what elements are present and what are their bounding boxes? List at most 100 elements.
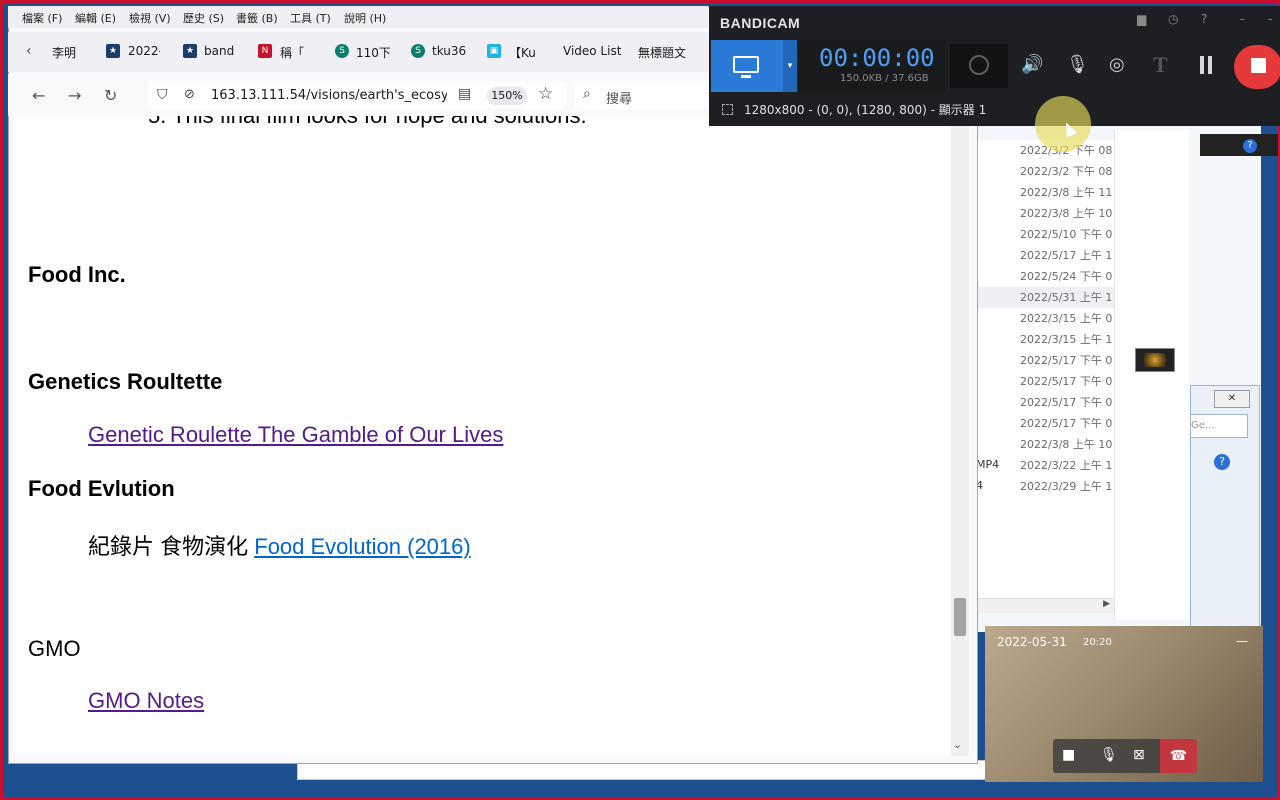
- hang-up-icon[interactable]: ☎: [1160, 739, 1197, 773]
- speaker-icon[interactable]: 🔊: [1021, 54, 1043, 75]
- file-date-row-selected[interactable]: 2022/5/31 上午 1: [976, 287, 1114, 308]
- tab-2[interactable]: 2022-: [128, 44, 160, 58]
- heading-food-evolution: Food Evlution: [28, 476, 175, 501]
- documentary-prefix: 紀錄片 食物演化 Food Evolution (2016): [88, 529, 471, 561]
- help-icon[interactable]: ?: [1214, 454, 1230, 470]
- documentary-label: 紀錄片 食物演化: [88, 534, 249, 559]
- bandicam-logo: BANDICAM: [720, 15, 801, 31]
- camera-icon[interactable]: ■: [1062, 747, 1075, 763]
- minimize-icon[interactable]: —: [1236, 634, 1248, 648]
- mini-toolbar: [1200, 134, 1278, 156]
- heading-gmo: GMO: [28, 636, 81, 661]
- menu-bookmarks[interactable]: 書籤 (B): [236, 10, 278, 26]
- file-date-row[interactable]: 2022/5/17 上午 1: [976, 245, 1114, 266]
- menu-tools[interactable]: 工具 (T): [290, 10, 331, 26]
- link-gmo-notes[interactable]: GMO Notes: [88, 688, 204, 714]
- shield-icon[interactable]: ⛉: [157, 87, 168, 103]
- text-overlay-icon[interactable]: T: [1153, 52, 1168, 78]
- file-type-label: MP4: [976, 458, 1000, 471]
- scroll-down-arrow-icon[interactable]: ⌄: [953, 738, 962, 751]
- menu-help[interactable]: 說明 (H): [344, 10, 386, 26]
- tab-scroll-left-icon[interactable]: ‹: [26, 43, 32, 59]
- sharepoint-favicon-icon: S: [411, 44, 425, 58]
- page-content: 5. This final film looks for hope and so…: [15, 116, 951, 756]
- file-date-row[interactable]: 2022/3/15 上午 0: [976, 308, 1114, 329]
- close-icon[interactable]: -: [1268, 12, 1272, 26]
- file-size-readout: 150.0KB / 37.6GB: [840, 73, 929, 84]
- bookmark-star-icon[interactable]: ☆: [538, 84, 553, 104]
- clock-icon[interactable]: ◷: [1168, 12, 1178, 26]
- insecure-lock-icon[interactable]: ⊘: [184, 87, 195, 102]
- search-box[interactable]: [574, 81, 708, 109]
- help-icon[interactable]: ?: [1243, 139, 1257, 153]
- tab-6[interactable]: tku36: [432, 44, 466, 58]
- region-select-icon[interactable]: [722, 104, 733, 115]
- file-date-row[interactable]: 2022/5/17 下午 0: [976, 413, 1114, 434]
- file-date-row[interactable]: 2022/3/2 下午 08: [976, 161, 1114, 182]
- news-favicon-icon: N: [258, 44, 272, 58]
- tab-4[interactable]: 稱「: [280, 44, 314, 61]
- webcam-time: 20:20: [1083, 637, 1112, 648]
- link-food-evolution[interactable]: Food Evolution (2016): [254, 534, 470, 559]
- sharepoint-favicon-icon: S: [335, 44, 349, 58]
- minimize-icon[interactable]: -: [1240, 12, 1244, 26]
- heading-food-inc: Food Inc.: [28, 262, 126, 287]
- screen-share-icon[interactable]: ⊠: [1133, 747, 1145, 763]
- scroll-right-arrow-icon[interactable]: ▶: [1103, 599, 1110, 609]
- microphone-icon[interactable]: 🎙: [1100, 747, 1118, 763]
- file-date-row[interactable]: 2022/3/8 上午 11: [976, 182, 1114, 203]
- video-thumbnail[interactable]: [1135, 348, 1175, 372]
- help-icon[interactable]: ?: [1201, 12, 1207, 26]
- partial-list-item: 5. This final film looks for hope and so…: [148, 116, 587, 129]
- tab-7[interactable]: 【Ku: [509, 44, 541, 61]
- file-date-row[interactable]: 2022/5/17 下午 0: [976, 350, 1114, 371]
- url-text[interactable]: 163.13.111.54/visions/earth's_ecosys: [211, 88, 447, 103]
- mouse-click-effect-icon[interactable]: ◎: [1109, 54, 1125, 75]
- file-date-row[interactable]: 2022/3/8 上午 10: [976, 434, 1114, 455]
- search-icon: ⌕: [583, 86, 591, 102]
- stop-icon: [1251, 58, 1266, 73]
- file-date-row[interactable]: 2022/3/15 上午 1: [976, 329, 1114, 350]
- back-arrow-icon[interactable]: ←: [32, 86, 45, 105]
- menu-view[interactable]: 檢視 (V): [129, 10, 171, 26]
- tab-1[interactable]: 李明: [52, 44, 86, 61]
- forward-arrow-icon[interactable]: →: [68, 86, 81, 105]
- folder-icon[interactable]: ▆: [1137, 12, 1146, 26]
- link-genetic-roulette[interactable]: Genetic Roulette The Gamble of Our Lives: [88, 422, 503, 448]
- heading-genetics-roulette: Genetics Roultette: [28, 369, 223, 394]
- search-input[interactable]: 搜尋: [606, 88, 632, 107]
- dialog-search-input[interactable]: Ge...: [1190, 414, 1248, 438]
- explorer-horizontal-scrollbar[interactable]: ▶: [976, 598, 1114, 613]
- url-host: 163.13.111.54: [211, 88, 307, 103]
- explorer-file-list: 2022/3/2 下午 08 2022/3/2 下午 08 2022/3/8 上…: [976, 140, 1114, 600]
- menu-edit[interactable]: 編輯 (E): [75, 10, 116, 26]
- file-date-row[interactable]: 2022/5/10 下午 0: [976, 224, 1114, 245]
- file-date-row[interactable]: 2022/5/17 下午 0: [976, 371, 1114, 392]
- explorer-preview-pane: [1114, 130, 1189, 620]
- scrollbar-thumb[interactable]: [954, 598, 966, 636]
- reader-view-icon[interactable]: ▤: [458, 86, 471, 102]
- menu-file[interactable]: 檔案 (F): [22, 10, 62, 26]
- browser-menubar: 檔案 (F) 編輯 (E) 檢視 (V) 歷史 (S) 書籤 (B) 工具 (T…: [8, 6, 708, 28]
- pause-bar: [1208, 56, 1212, 74]
- url-path: /visions/earth's_ecosys: [306, 88, 447, 103]
- microphone-icon[interactable]: 🎙: [1066, 54, 1089, 75]
- capture-region-label: 1280x800 - (0, 0), (1280, 800) - 顯示器 1: [744, 103, 987, 117]
- zoom-level-badge[interactable]: 150%: [487, 87, 527, 105]
- tab-8[interactable]: Video List: [563, 44, 625, 58]
- page-vertical-scrollbar[interactable]: [951, 116, 969, 756]
- file-date-row[interactable]: 2022/5/24 下午 0: [976, 266, 1114, 287]
- tab-3[interactable]: band: [204, 44, 238, 58]
- tab-5[interactable]: 110下: [356, 44, 390, 61]
- close-icon[interactable]: ✕: [1214, 390, 1250, 408]
- file-date-row[interactable]: 2022/3/29 上午 1: [976, 476, 1114, 497]
- monitor-stand-icon: [741, 75, 751, 78]
- file-date-row[interactable]: 2022/3/8 上午 10: [976, 203, 1114, 224]
- site-favicon-icon: ★: [183, 44, 197, 58]
- menu-history[interactable]: 歷史 (S): [183, 10, 224, 26]
- file-date-row[interactable]: 2022/5/17 下午 0: [976, 392, 1114, 413]
- tab-9[interactable]: 無標題文: [638, 44, 694, 61]
- mode-dropdown-chevron-icon[interactable]: ▾: [783, 40, 797, 92]
- pause-bar: [1200, 56, 1204, 74]
- reload-icon[interactable]: ↻: [104, 86, 117, 105]
